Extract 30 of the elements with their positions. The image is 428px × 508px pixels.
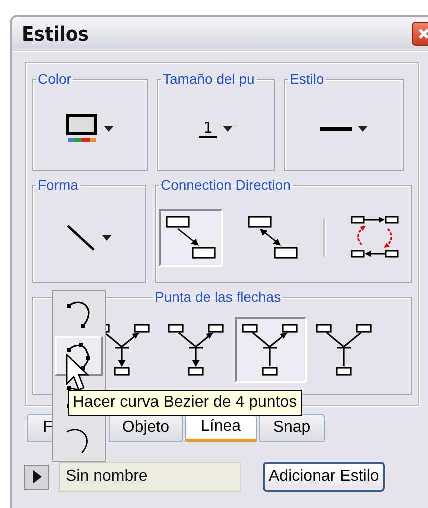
caret-icon <box>102 234 112 240</box>
arrowhead-icon <box>315 322 375 376</box>
group-label: Color <box>37 71 72 87</box>
expand-button[interactable] <box>24 464 49 490</box>
close-icon <box>418 28 428 40</box>
color-swatch-icon <box>66 114 98 144</box>
window-title: Estilos <box>22 22 90 46</box>
style-name-field[interactable]: Sin nombre <box>59 462 241 492</box>
group-label: Forma <box>37 177 80 193</box>
caret-icon <box>358 126 368 132</box>
play-icon <box>32 470 42 484</box>
group-label: Connection Direction <box>160 177 292 193</box>
connection-option[interactable] <box>159 208 223 266</box>
add-style-button[interactable]: Adicionar Estilo <box>263 462 386 492</box>
caret-icon <box>222 126 233 132</box>
connection-icon <box>247 214 299 260</box>
group-label: Punta de las flechas <box>154 289 282 305</box>
arrowhead-option[interactable] <box>235 316 307 382</box>
caret-icon <box>104 126 114 132</box>
size-dropdown[interactable]: 1 <box>195 116 237 142</box>
diagonal-line-icon <box>66 224 96 252</box>
group-label: Estilo <box>289 71 326 87</box>
tab[interactable]: Snap <box>259 414 325 442</box>
tooltip: Hacer curva Bezier de 4 puntos <box>68 390 302 416</box>
line-width-value: 1 <box>199 120 217 138</box>
connection-icon <box>165 214 217 260</box>
tab[interactable]: Línea <box>185 414 257 442</box>
tab[interactable]: Objeto <box>109 414 183 442</box>
group-label: Tamaño del pu <box>162 72 256 87</box>
connection-icon <box>350 214 402 260</box>
